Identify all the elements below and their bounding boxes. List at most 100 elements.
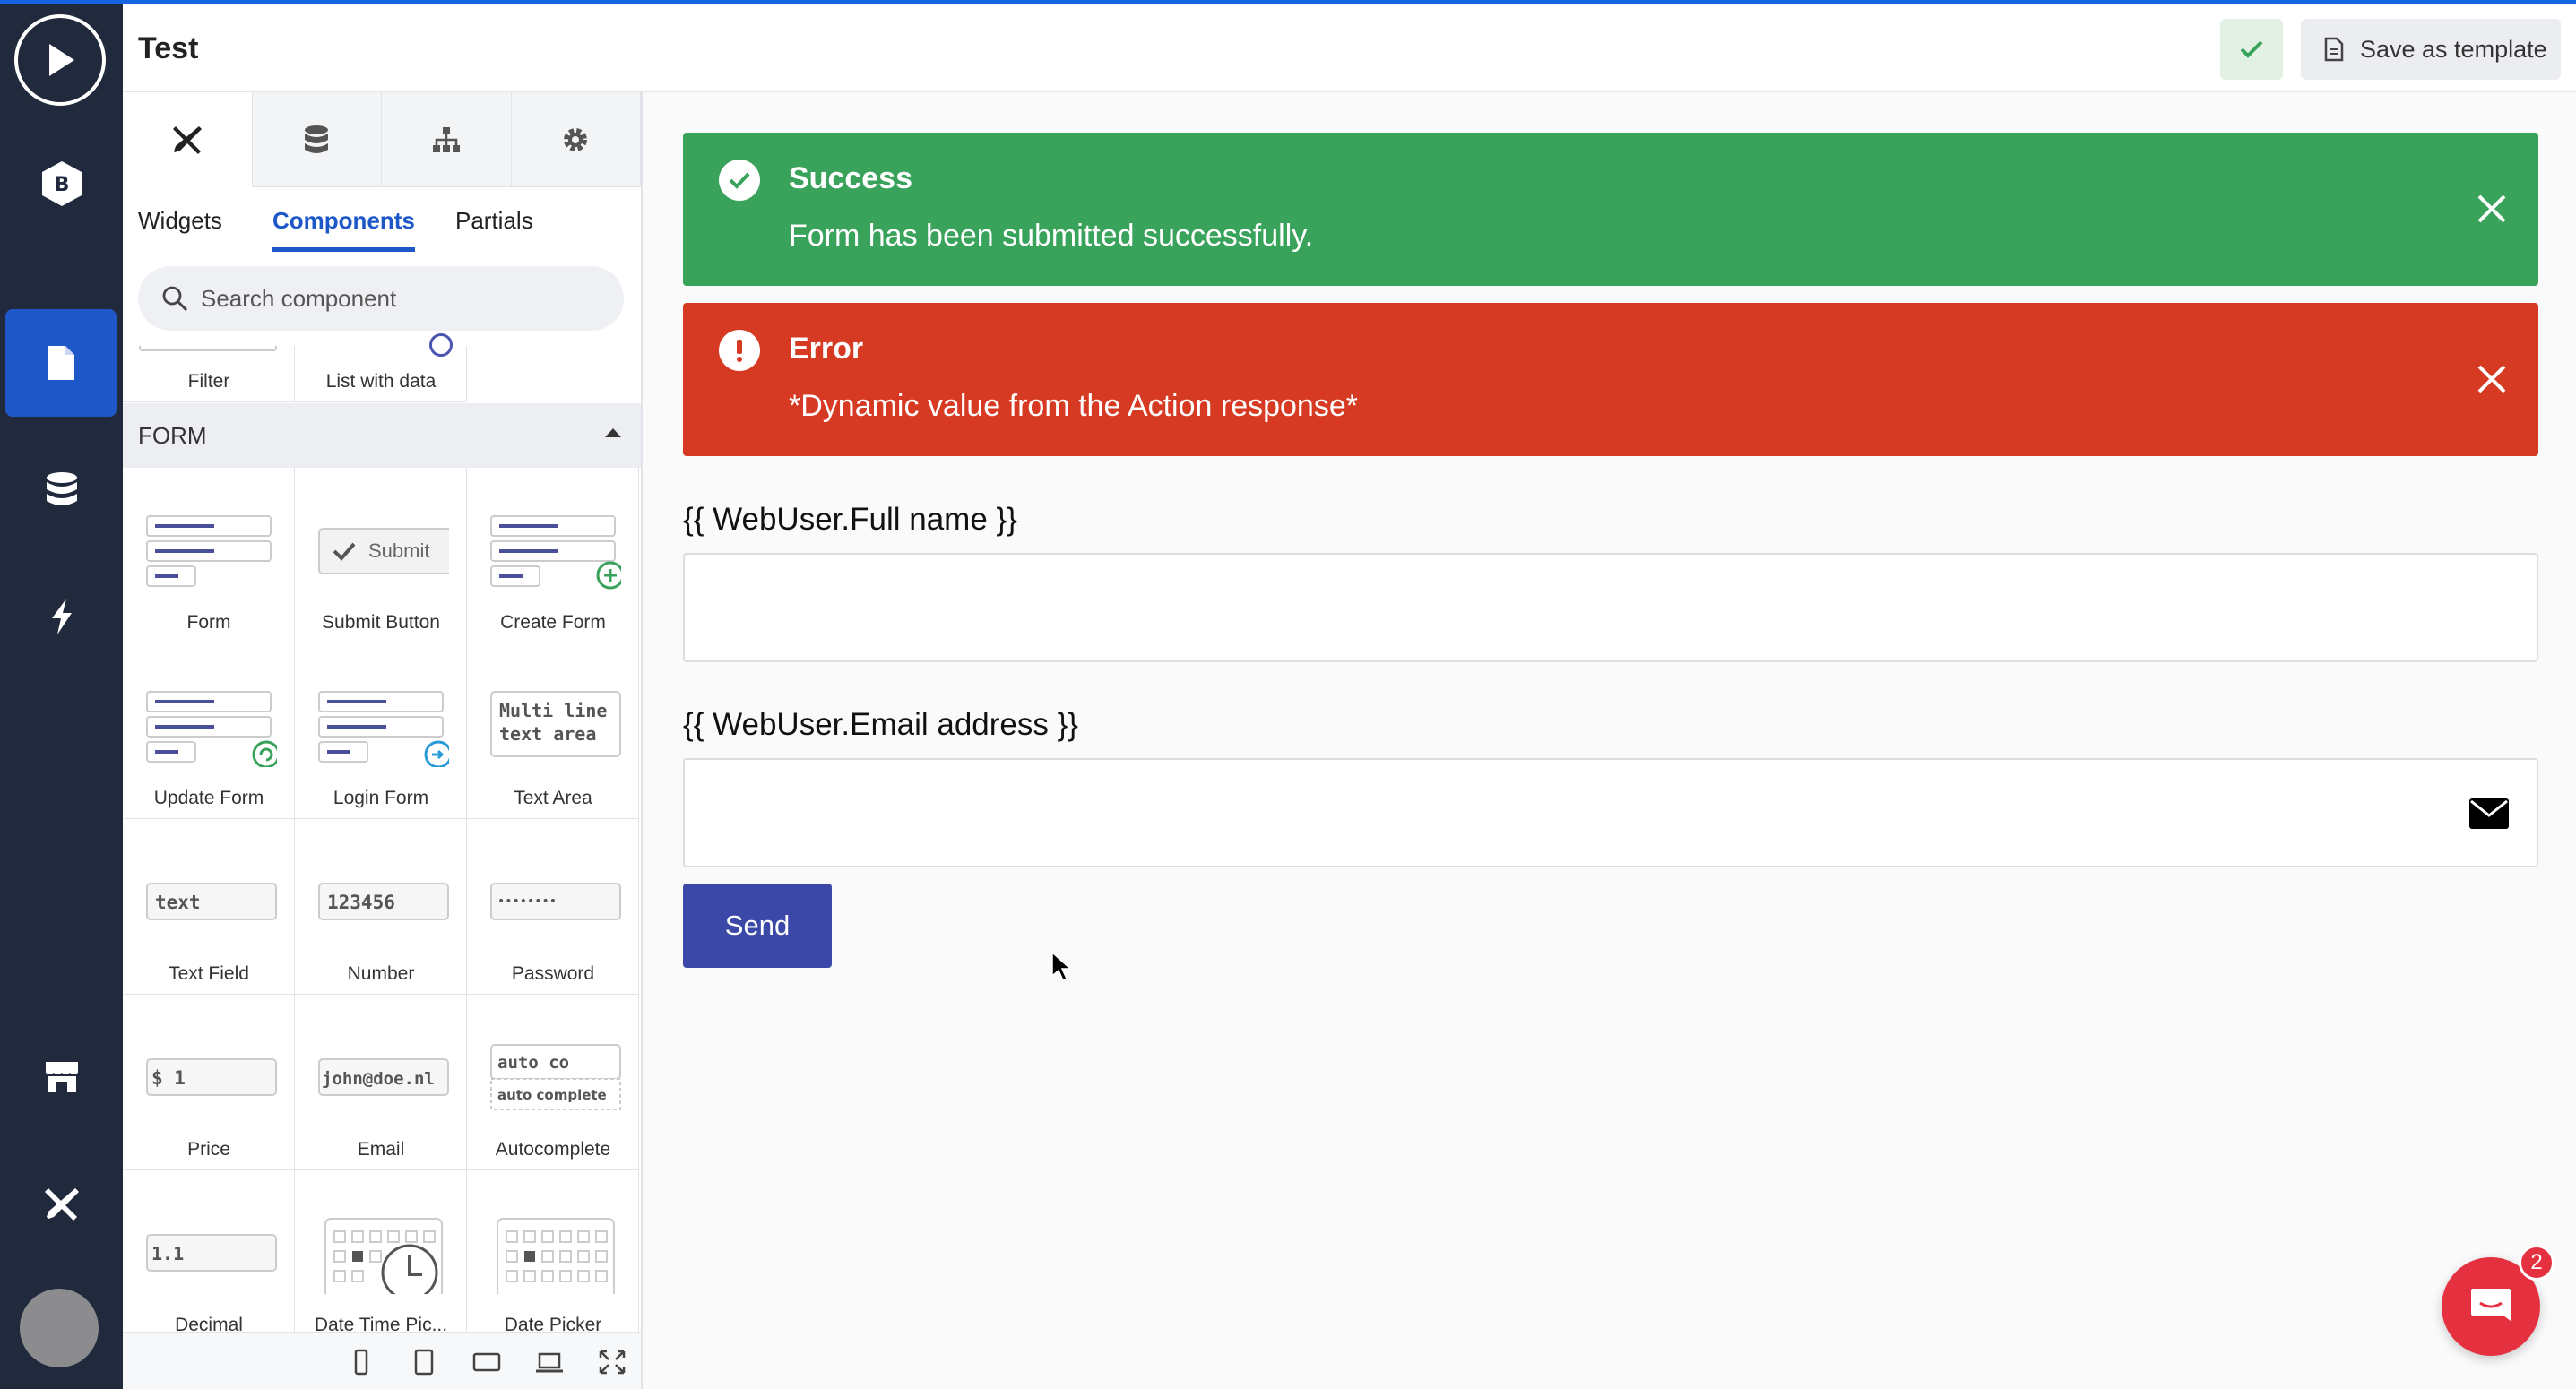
- update-form-icon: [146, 691, 277, 767]
- tab-structure[interactable]: [382, 92, 512, 187]
- success-message: Form has been submitted successfully.: [789, 219, 1314, 253]
- component-login-form[interactable]: Login Form: [295, 643, 467, 819]
- component-label: Form: [186, 612, 231, 633]
- mobile-icon[interactable]: [347, 1349, 376, 1376]
- success-alert: Success Form has been submitted successf…: [683, 133, 2538, 286]
- component-price[interactable]: $ 1 Price: [123, 995, 295, 1170]
- svg-text:auto co: auto co: [497, 1053, 569, 1073]
- component-panel: Widgets Components Partials Search compo…: [123, 92, 643, 1389]
- database-icon[interactable]: [0, 436, 123, 544]
- fullscreen-icon[interactable]: [598, 1349, 627, 1376]
- panel-sub-tabs: Widgets Components Partials: [123, 187, 641, 254]
- email-icon: john@doe.nl: [318, 1058, 449, 1096]
- component-filter[interactable]: Filter: [123, 346, 295, 402]
- close-icon[interactable]: [2472, 189, 2511, 229]
- search-icon: [162, 286, 188, 312]
- component-label: Filter: [187, 371, 230, 392]
- page-title: Test: [138, 31, 199, 65]
- page-canvas: Success Form has been submitted successf…: [644, 92, 2576, 1389]
- component-label: Password: [511, 963, 595, 984]
- text-field-icon: text: [146, 883, 277, 920]
- tab-settings[interactable]: [511, 92, 641, 187]
- component-label: Text Field: [169, 963, 249, 984]
- error-alert: Error *Dynamic value from the Action res…: [683, 303, 2538, 456]
- component-text-area[interactable]: Multi line text area Text Area: [467, 643, 639, 819]
- search-input[interactable]: Search component: [138, 266, 624, 331]
- list-icon: [429, 333, 453, 357]
- tab-components-tools[interactable]: [123, 92, 253, 187]
- component-date-picker[interactable]: Date Picker: [467, 1170, 639, 1346]
- form-icon: [146, 515, 272, 587]
- avatar[interactable]: [20, 1289, 99, 1367]
- caret-up-icon: [605, 428, 621, 437]
- full-name-field[interactable]: [683, 553, 2538, 662]
- svg-text:123456: 123456: [327, 892, 395, 913]
- tab-widgets[interactable]: Widgets: [138, 207, 222, 247]
- tools-icon[interactable]: [0, 1150, 123, 1257]
- component-grid: Filter List with data FORM Form Submit S…: [123, 333, 641, 1346]
- lightning-icon[interactable]: [0, 563, 123, 670]
- send-button[interactable]: Send: [683, 884, 832, 968]
- svg-text:••••••••: ••••••••: [497, 894, 557, 909]
- component-password[interactable]: •••••••• Password: [467, 819, 639, 995]
- svg-text:Submit: Submit: [368, 539, 429, 562]
- component-decimal[interactable]: 1.1 Decimal: [123, 1170, 295, 1346]
- svg-text:Multi line: Multi line: [499, 700, 607, 721]
- component-label: Price: [187, 1139, 230, 1160]
- device-preview-bar: [123, 1332, 641, 1389]
- error-message: *Dynamic value from the Action response*: [789, 389, 1358, 423]
- play-icon[interactable]: [14, 14, 106, 106]
- component-form[interactable]: Form: [123, 468, 295, 643]
- component-email[interactable]: john@doe.nl Email: [295, 995, 467, 1170]
- notification-badge: 2: [2519, 1245, 2554, 1281]
- save-as-template-label: Save as template: [2360, 35, 2547, 63]
- email-field[interactable]: [683, 758, 2538, 867]
- price-icon: $ 1: [146, 1058, 277, 1096]
- chat-icon: [2471, 1289, 2511, 1321]
- svg-text:text: text: [155, 892, 201, 913]
- laptop-icon[interactable]: [535, 1349, 564, 1376]
- store-icon[interactable]: [0, 1023, 123, 1131]
- tablet-landscape-icon[interactable]: [472, 1349, 501, 1376]
- submit-button-icon: Submit: [318, 528, 449, 574]
- autocomplete-icon: auto co auto complete: [490, 1044, 621, 1110]
- tab-partials[interactable]: Partials: [455, 207, 533, 247]
- panel-top-tabs: [123, 92, 641, 187]
- mouse-cursor-icon: [1051, 951, 1072, 982]
- tab-components[interactable]: Components: [272, 207, 415, 252]
- component-label: Email: [357, 1139, 405, 1160]
- section-form-header[interactable]: FORM: [123, 403, 641, 468]
- tools-icon: [172, 125, 202, 154]
- filter-preview: [139, 346, 277, 351]
- page-icon[interactable]: [5, 309, 117, 417]
- component-label: Submit Button: [322, 612, 440, 633]
- component-number[interactable]: 123456 Number: [295, 819, 467, 995]
- svg-text:$ 1: $ 1: [151, 1067, 186, 1089]
- save-as-template-button[interactable]: Save as template: [2301, 19, 2561, 80]
- error-title: Error: [789, 332, 864, 366]
- exclamation-circle-icon: [719, 330, 760, 371]
- date-picker-icon: [497, 1218, 615, 1294]
- close-icon[interactable]: [2472, 359, 2511, 399]
- chat-launcher-button[interactable]: 2: [2442, 1245, 2554, 1356]
- component-autocomplete[interactable]: auto co auto complete Autocomplete: [467, 995, 639, 1170]
- component-create-form[interactable]: Create Form: [467, 468, 639, 643]
- login-form-icon: [318, 691, 449, 767]
- date-time-picker-icon: [324, 1218, 443, 1294]
- component-date-time-picker[interactable]: Date Time Pic...: [295, 1170, 467, 1346]
- publish-check-button[interactable]: [2220, 19, 2283, 80]
- b-logo-icon[interactable]: B: [0, 130, 123, 237]
- tablet-icon[interactable]: [410, 1349, 438, 1376]
- component-text-field[interactable]: text Text Field: [123, 819, 295, 995]
- component-label: Create Form: [500, 612, 606, 633]
- document-icon: [2324, 37, 2344, 62]
- svg-text:auto complete: auto complete: [497, 1087, 607, 1103]
- component-list-with-data[interactable]: List with data: [295, 333, 467, 402]
- top-accent-bar: [0, 0, 2576, 4]
- tab-data[interactable]: [252, 92, 382, 187]
- component-submit-button[interactable]: Submit Submit Button: [295, 468, 467, 643]
- svg-text:1.1: 1.1: [151, 1243, 184, 1264]
- search-placeholder: Search component: [201, 284, 397, 312]
- component-update-form[interactable]: Update Form: [123, 643, 295, 819]
- app-rail: B: [0, 0, 123, 1389]
